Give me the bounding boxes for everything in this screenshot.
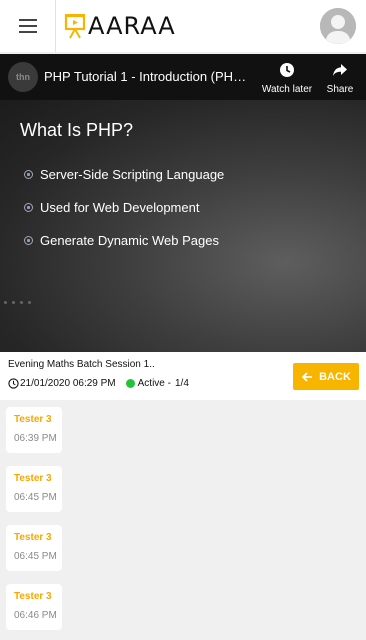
back-button[interactable]: BACK [293, 363, 359, 390]
clock-icon [280, 63, 294, 77]
user-avatar-icon [320, 8, 356, 44]
video-slide: What Is PHP? Server-Side Scripting Langu… [0, 100, 366, 352]
message-time: 06:45 PM [14, 551, 57, 562]
watch-later-button[interactable]: Watch later [259, 62, 315, 95]
message-time: 06:45 PM [14, 492, 57, 503]
slide-bullet-text: Server-Side Scripting Language [40, 167, 225, 182]
session-datetime: 21/01/2020 06:29 PM [20, 378, 116, 389]
slide-bullet-text: Generate Dynamic Web Pages [40, 233, 219, 248]
slide-heading: What Is PHP? [20, 120, 134, 140]
status-dot-icon [125, 379, 135, 388]
menu-button[interactable] [0, 0, 56, 52]
session-count: 1/4 [174, 378, 189, 389]
session-status: Active - [137, 378, 171, 389]
slide-dots [4, 301, 31, 304]
hamburger-menu-icon [18, 19, 37, 33]
message-time: 06:46 PM [14, 610, 57, 621]
slide-bullet-text: Used for Web Development [40, 200, 200, 215]
chat-message: Tester 3 06:46 PM [6, 584, 62, 630]
clock-icon [8, 378, 19, 389]
bullet-icon [24, 170, 33, 179]
back-button-label: BACK [319, 370, 351, 383]
session-meta: 21/01/2020 06:29 PM Active - 1/4 [8, 378, 189, 389]
video-topbar: thn PHP Tutorial 1 - Introduction (PHP .… [0, 54, 366, 100]
slide-bullet: Server-Side Scripting Language [24, 167, 224, 182]
presentation-board-icon [64, 14, 86, 39]
message-time: 06:39 PM [14, 433, 57, 444]
message-sender: Tester 3 [14, 414, 52, 425]
share-label: Share [326, 84, 354, 95]
chat-message-list[interactable]: Tester 3 06:39 PM Tester 3 06:45 PM Test… [0, 400, 366, 640]
bullet-icon [24, 203, 33, 212]
session-title: Evening Maths Batch Session 1.. [8, 359, 155, 370]
arrow-left-icon [301, 371, 313, 382]
chat-message: Tester 3 06:45 PM [6, 525, 62, 571]
channel-logo-icon[interactable]: thn [8, 62, 38, 92]
app-header: AARAA [0, 0, 366, 52]
slide-bullet: Used for Web Development [24, 200, 199, 215]
user-avatar[interactable] [320, 8, 356, 44]
logo-text: AARAA [88, 12, 176, 40]
chat-message: Tester 3 06:45 PM [6, 466, 62, 512]
video-title[interactable]: PHP Tutorial 1 - Introduction (PHP ... [44, 69, 254, 84]
message-sender: Tester 3 [14, 473, 52, 484]
message-sender: Tester 3 [14, 591, 52, 602]
video-player[interactable]: What Is PHP? Server-Side Scripting Langu… [0, 54, 366, 352]
session-info-bar: Evening Maths Batch Session 1.. 21/01/20… [0, 352, 366, 400]
watch-later-label: Watch later [261, 84, 313, 95]
chat-message: Tester 3 06:39 PM [6, 407, 62, 453]
message-sender: Tester 3 [14, 532, 52, 543]
app-logo[interactable]: AARAA [64, 10, 176, 42]
bullet-icon [24, 236, 33, 245]
share-arrow-icon [333, 64, 347, 76]
slide-bullet: Generate Dynamic Web Pages [24, 233, 219, 248]
share-button[interactable]: Share [312, 62, 366, 95]
